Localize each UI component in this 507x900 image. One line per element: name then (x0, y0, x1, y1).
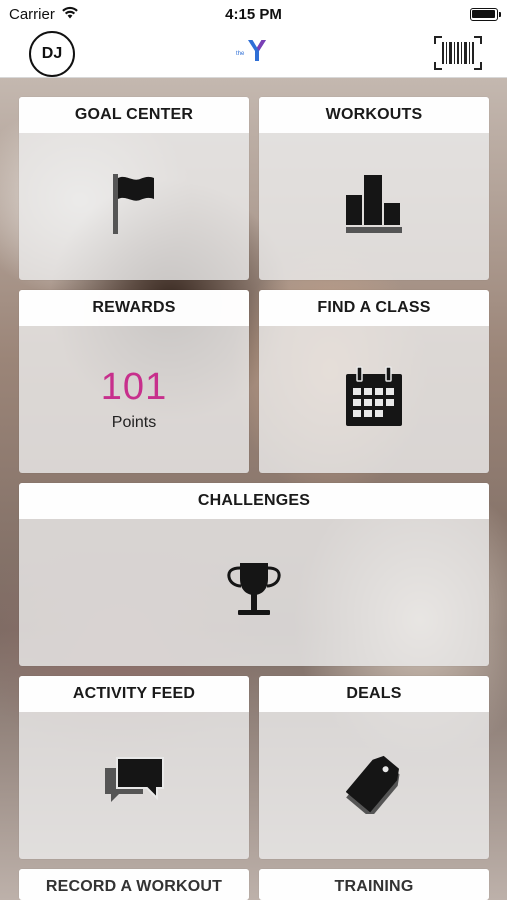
tile-title: REWARDS (19, 290, 249, 326)
bar-chart-icon (344, 173, 404, 240)
carrier-label: Carrier (9, 5, 55, 23)
status-time: 4:15 PM (225, 5, 282, 23)
svg-text:the: the (236, 51, 245, 57)
tile-title: ACTIVITY FEED (19, 676, 249, 712)
wifi-icon (61, 6, 79, 23)
tile-title: CHALLENGES (19, 483, 489, 519)
ymca-logo-icon: the (235, 37, 271, 65)
tile-title: DEALS (259, 676, 489, 712)
tile-find-a-class[interactable]: FIND A CLASS (259, 290, 489, 473)
barcode-icon[interactable] (434, 36, 482, 70)
battery-icon (469, 7, 501, 21)
avatar-initials: DJ (41, 45, 63, 62)
tile-title: FIND A CLASS (259, 290, 489, 326)
tile-activity-feed[interactable]: ACTIVITY FEED (19, 676, 249, 859)
chat-bubbles-icon (103, 756, 165, 815)
status-bar: Carrier 4:15 PM (0, 0, 507, 28)
points-value: 101 (100, 365, 168, 408)
tile-workouts[interactable]: WORKOUTS (259, 97, 489, 280)
points-label: Points (111, 413, 157, 431)
trophy-icon (224, 561, 284, 624)
tile-challenges[interactable]: CHALLENGES (19, 483, 489, 666)
calendar-icon (345, 366, 403, 433)
tile-training[interactable]: TRAINING (259, 869, 489, 900)
tag-icon (345, 752, 402, 819)
tile-title: RECORD A WORKOUT (19, 869, 249, 900)
tile-deals[interactable]: DEALS (259, 676, 489, 859)
tile-title: TRAINING (259, 869, 489, 900)
tile-rewards[interactable]: REWARDS 101 Points (19, 290, 249, 473)
avatar[interactable]: DJ (29, 31, 75, 77)
tile-title: WORKOUTS (259, 97, 489, 133)
nav-bar: DJ the (0, 28, 507, 78)
tile-record-a-workout[interactable]: RECORD A WORKOUT (19, 869, 249, 900)
tile-goal-center[interactable]: GOAL CENTER (19, 97, 249, 280)
tile-title: GOAL CENTER (19, 97, 249, 133)
flag-icon (110, 172, 158, 241)
